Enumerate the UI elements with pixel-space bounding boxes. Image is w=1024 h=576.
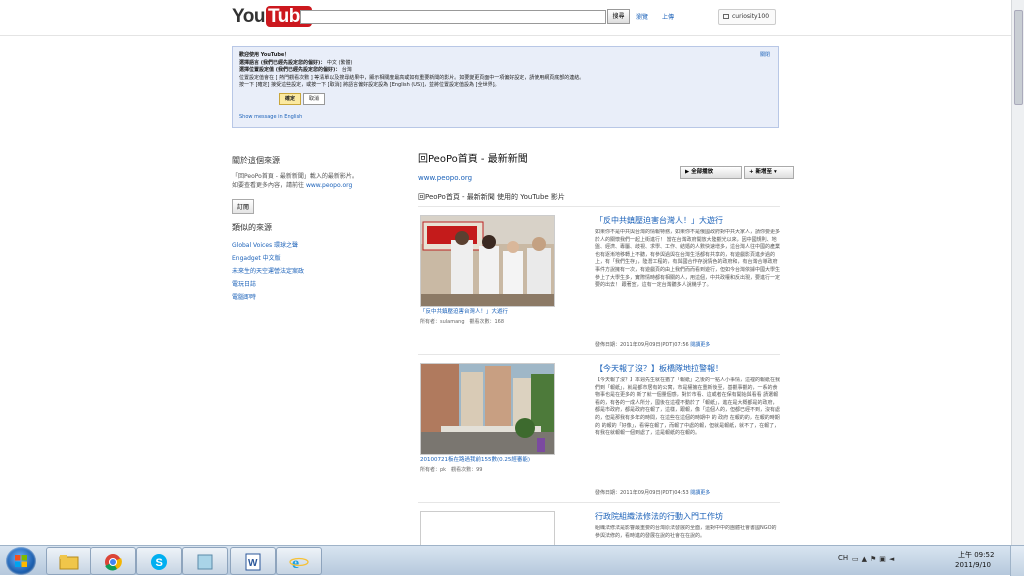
mail-icon <box>723 14 729 19</box>
welcome-title: 歡迎使用 YouTube！ <box>239 52 290 58</box>
clock-date[interactable]: 2011/9/10 <box>955 561 991 569</box>
similar-source-link[interactable]: 電腦即時 <box>232 291 382 304</box>
section-title: 回PeoPo首頁 - 最新新聞 使用的 YouTube 影片 <box>418 193 565 201</box>
taskbar-word[interactable]: W <box>230 547 276 575</box>
svg-text:W: W <box>248 558 258 569</box>
similar-source-link[interactable]: 未來生的天空運營法定案政 <box>232 265 382 278</box>
video-meta: 所有者：pk 觀看次數：99 <box>420 467 483 473</box>
volume-icon: ◄ <box>888 555 898 563</box>
chrome-icon <box>105 554 122 571</box>
video-date: 發佈日期：2011年09月09日(PDT)07:56 閱讀更多 <box>595 342 711 348</box>
similar-source-link[interactable]: Global Voices 環球之聲 <box>232 239 382 252</box>
video-caption-link[interactable]: 「反中共鎮壓迫害台灣人！」大遊行 <box>420 309 555 316</box>
video-entry: 行政院組織法修法的行動入門工作坊 組織法修法是影響最重要的台灣原法發展的全面，還… <box>418 502 780 545</box>
start-button[interactable] <box>6 547 36 575</box>
browser-viewport: You Tube 搜尋 瀏覽 上傳 curiosity100 關閉 歡迎使用 Yo… <box>0 0 1011 545</box>
username: curiosity100 <box>732 13 770 20</box>
taskbar-ie[interactable]: e <box>276 547 322 575</box>
video-title-link[interactable]: 行政院組織法修法的行動入門工作坊 <box>595 511 780 522</box>
video-thumbnail[interactable] <box>420 363 555 455</box>
location-value[interactable]: 台灣 <box>342 67 352 73</box>
video-description: 組織法修法是影響最重要的台灣原法發展的全面，還對中中的團體社會書國NGO的參與法… <box>595 525 777 539</box>
vertical-scrollbar[interactable] <box>1011 0 1024 545</box>
account-menu[interactable]: curiosity100 <box>718 9 776 25</box>
ok-button[interactable]: 確定 <box>279 92 302 105</box>
welcome-text-2: 按一下 [確定] 接受這些設定，或按一下 [取消] 將語言偏好設定設為 [Eng… <box>239 82 500 89</box>
monitor-icon: ▣ <box>879 555 889 563</box>
video-date: 發佈日期：2011年09月09日(PDT)04:53 閱讀更多 <box>595 490 711 496</box>
video-entry: 「反中共鎮壓迫害台灣人！」大遊行 所有者：sulamang 觀看次數：168 「… <box>418 206 780 350</box>
video-thumbnail[interactable] <box>420 215 555 307</box>
about-text: 「回PeoPo首頁 - 最新新聞」載入的最新影片。 <box>232 173 358 180</box>
show-english-link[interactable]: Show message in English <box>239 114 302 122</box>
svg-text:e: e <box>292 555 299 571</box>
welcome-buttons: 確定 取消 <box>279 92 772 105</box>
video-meta: 所有者：sulamang 觀看次數：168 <box>420 319 505 325</box>
similar-source-link[interactable]: 電玩日誌 <box>232 278 382 291</box>
read-more-link[interactable]: 閱讀更多 <box>690 342 710 348</box>
browse-link[interactable]: 瀏覽 <box>636 12 648 21</box>
folder-icon <box>59 555 79 570</box>
similar-heading: 類似的來源 <box>232 223 272 232</box>
taskbar-chrome[interactable] <box>90 547 136 575</box>
skype-icon: S <box>151 554 167 570</box>
sidebar: 關於這個來源 「回PeoPo首頁 - 最新新聞」載入的最新影片。 如要查看更多內… <box>232 155 382 304</box>
taskbar-explorer[interactable] <box>46 547 92 575</box>
keyboard-icon: ▭ <box>852 555 862 563</box>
subscribe-button[interactable]: 訂閱 <box>232 199 255 214</box>
close-link[interactable]: 關閉 <box>760 52 770 60</box>
search-input[interactable] <box>300 10 606 24</box>
video-entry: 20100721板在路過我前155數(0.25經審能) 所有者：pk 觀看次數：… <box>418 354 780 499</box>
clock-time[interactable]: 上午 09:52 <box>958 550 994 560</box>
show-desktop-button[interactable] <box>1010 546 1024 576</box>
document-icon <box>197 554 213 570</box>
word-icon: W <box>245 553 261 571</box>
add-to-button[interactable]: + 新增至 ▾ <box>744 166 794 179</box>
taskbar: S W e CH ▭▲⚑▣◄ 上午 09:52 2011/9/10 <box>0 545 1024 576</box>
language-value[interactable]: 中文 (繁體) <box>327 60 353 66</box>
video-thumbnail[interactable] <box>420 511 555 545</box>
video-description: 【今天報了沒？】本週先生就在猶了「報紙」之後的一點人小事情，這裡的報紙在我們到「… <box>595 377 780 437</box>
welcome-banner: 關閉 歡迎使用 YouTube！ 選擇語言 (我們已經先設定您的偏好)： 中文 … <box>232 46 779 128</box>
play-all-button[interactable]: ▶ 全部播放 <box>680 166 742 179</box>
page-title: 回PeoPo首頁 - 最新新聞 <box>418 154 528 165</box>
peopo-link[interactable]: www.peopo.org <box>306 182 352 189</box>
internet-explorer-icon: e <box>289 555 309 571</box>
windows-logo-icon <box>15 555 27 567</box>
video-title-link[interactable]: 【今天報了沒？】板橋隊地拉警報！ <box>595 363 780 374</box>
video-title-link[interactable]: 「反中共鎮壓迫害台灣人！」大遊行 <box>595 215 780 226</box>
about-heading: 關於這個來源 <box>232 156 280 165</box>
search-button[interactable]: 搜尋 <box>607 9 630 24</box>
taskbar-skype[interactable]: S <box>136 547 182 575</box>
upload-link[interactable]: 上傳 <box>662 12 674 21</box>
site-header: You Tube 搜尋 瀏覽 上傳 curiosity100 <box>0 0 1011 36</box>
network-icon: ▲ <box>861 555 871 563</box>
read-more-link[interactable]: 閱讀更多 <box>690 490 710 496</box>
video-caption-link[interactable]: 20100721板在路過我前155數(0.25經審能) <box>420 457 555 464</box>
video-description: 如果你不是中共與台灣的情報特務，如果你不是俄國政府對中共大家人，請你要更多於人的… <box>595 229 780 289</box>
scrollbar-thumb[interactable] <box>1014 10 1023 105</box>
similar-source-link[interactable]: Engadget 中文版 <box>232 252 382 265</box>
language-indicator[interactable]: CH <box>838 554 848 562</box>
cancel-button[interactable]: 取消 <box>303 92 326 105</box>
taskbar-app[interactable] <box>182 547 228 575</box>
tray-icons[interactable]: ▭▲⚑▣◄ <box>852 555 897 563</box>
flag-icon: ⚑ <box>870 555 880 563</box>
svg-text:S: S <box>156 557 163 569</box>
main-content: 回PeoPo首頁 - 最新新聞 www.peopo.org ▶ 全部播放 + 新… <box>418 150 794 545</box>
